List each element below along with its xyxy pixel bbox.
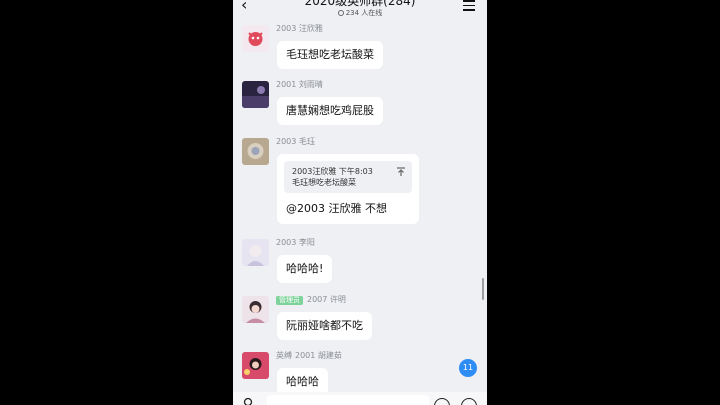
unread-count-badge[interactable]: 11 — [459, 359, 477, 377]
plus-icon[interactable] — [461, 398, 477, 405]
message-input[interactable] — [267, 395, 429, 405]
sender-name: 2001 刘雨晴 — [276, 80, 323, 89]
title-tag: 英缚 — [276, 351, 292, 360]
avatar[interactable] — [242, 296, 269, 323]
quote-text: 毛珏想吃老坛酸菜 — [292, 178, 356, 187]
sender-name: 2007 许明 — [307, 295, 346, 304]
admin-badge: 管理员 — [276, 296, 303, 305]
online-count: 234 人在线 — [233, 9, 487, 18]
message-bubble[interactable]: 阮丽娅啥都不吃 — [277, 312, 372, 340]
sender-name: 2003 李阳 — [276, 238, 315, 247]
avatar[interactable] — [242, 25, 269, 52]
message-bubble[interactable]: 毛珏想吃老坛酸菜 — [277, 41, 383, 69]
sender-name: 2001 胡建茹 — [295, 351, 342, 360]
group-title: 2020级英师群(284) — [304, 0, 416, 8]
sender-meta: 英缚 2001 胡建茹 — [276, 351, 342, 361]
voice-icon[interactable] — [243, 397, 255, 405]
avatar[interactable] — [242, 138, 269, 165]
quote-header: 2003汪欣雅 下午8:03 — [292, 167, 373, 176]
online-text: 234 人在线 — [345, 9, 383, 17]
quoted-message[interactable]: 2003汪欣雅 下午8:03 毛珏想吃老坛酸菜 — [284, 161, 412, 193]
message-bubble[interactable]: 2003汪欣雅 下午8:03 毛珏想吃老坛酸菜 @2003 汪欣雅 不想 — [277, 154, 419, 224]
menu-icon[interactable] — [463, 0, 475, 11]
online-icon — [337, 10, 344, 16]
screen: ‹ 2020级英师群(284) 234 人在线 2003 汪欣雅 毛珏想吃老坛酸… — [0, 0, 720, 405]
avatar[interactable] — [242, 352, 269, 379]
phone-screen: ‹ 2020级英师群(284) 234 人在线 2003 汪欣雅 毛珏想吃老坛酸… — [233, 0, 487, 405]
chat-header: ‹ 2020级英师群(284) 234 人在线 — [233, 0, 487, 22]
sender-meta: 管理员 2007 许明 — [276, 295, 346, 305]
scrollbar[interactable] — [482, 278, 484, 300]
avatar[interactable] — [242, 239, 269, 266]
input-bar — [233, 392, 487, 405]
message-text: @2003 汪欣雅 不想 — [286, 202, 387, 215]
message-bubble[interactable]: 哈哈哈! — [277, 255, 333, 283]
avatar[interactable] — [242, 81, 269, 108]
sender-name: 2003 毛珏 — [276, 137, 315, 146]
message-bubble[interactable]: 唐慧娴想吃鸡屁股 — [277, 97, 383, 125]
emoji-icon[interactable] — [434, 398, 450, 405]
sender-name: 2003 汪欣雅 — [276, 24, 323, 33]
jump-to-icon[interactable] — [396, 167, 406, 177]
